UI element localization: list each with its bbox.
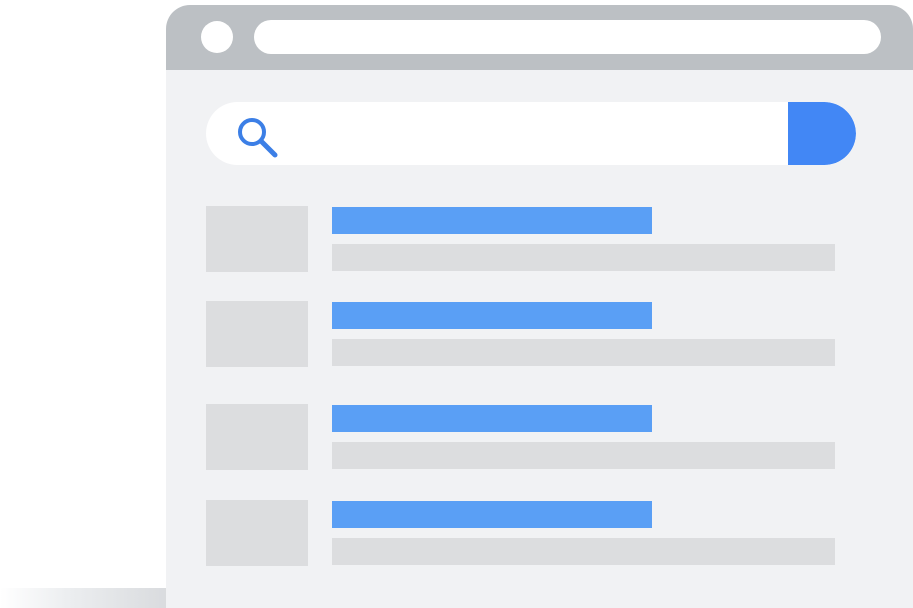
result-snippet (332, 538, 835, 565)
search-bar (206, 102, 856, 165)
window-control-dot[interactable] (201, 21, 233, 53)
result-thumbnail (206, 404, 308, 470)
result-thumbnail (206, 500, 308, 566)
result-thumbnail (206, 206, 308, 272)
shadow-strip (0, 588, 168, 608)
search-icon (232, 112, 282, 162)
result-title-link[interactable] (332, 302, 652, 329)
result-snippet (332, 244, 835, 271)
browser-titlebar (166, 5, 913, 70)
result-item (206, 500, 836, 566)
result-title-link[interactable] (332, 501, 652, 528)
result-snippet (332, 339, 835, 366)
result-title-link[interactable] (332, 405, 652, 432)
result-snippet (332, 442, 835, 469)
result-item (206, 206, 836, 272)
search-input[interactable] (292, 102, 826, 165)
address-bar[interactable] (254, 20, 881, 54)
result-title-link[interactable] (332, 207, 652, 234)
browser-window (166, 5, 913, 608)
illustration-canvas (0, 0, 913, 608)
search-button[interactable] (788, 102, 856, 165)
result-thumbnail (206, 301, 308, 367)
result-item (206, 404, 836, 470)
result-item (206, 301, 836, 367)
